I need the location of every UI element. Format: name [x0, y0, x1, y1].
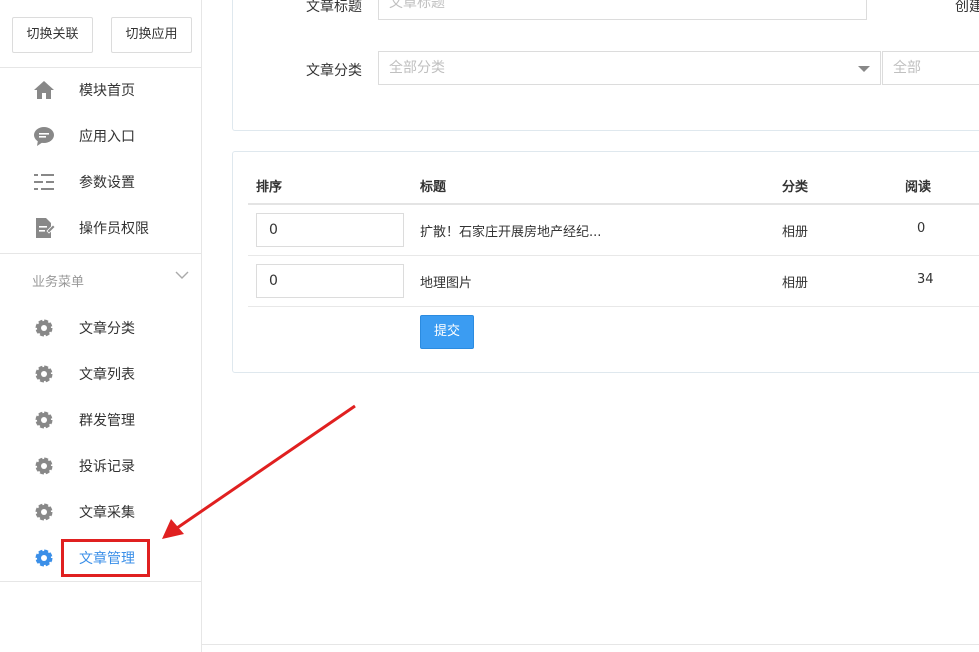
column-header-reads: 阅读: [905, 180, 932, 195]
home-icon: [34, 81, 54, 99]
sidebar-item-params[interactable]: 参数设置: [0, 159, 201, 205]
business-menu-title: 业务菜单: [32, 275, 85, 290]
row-title: 地理图片: [420, 276, 473, 291]
second-select[interactable]: 全部: [882, 51, 979, 85]
footer-divider: [202, 644, 979, 645]
row-divider: [248, 306, 979, 307]
switch-app-button[interactable]: 切换应用: [111, 17, 192, 53]
gear-icon: [35, 503, 53, 521]
gear-icon: [35, 549, 53, 567]
category-select[interactable]: 全部分类: [378, 51, 848, 85]
dropdown-caret-icon[interactable]: [847, 51, 881, 85]
sidebar-item-label: 操作员权限: [79, 221, 149, 237]
sidebar-item-module-home[interactable]: 模块首页: [0, 67, 201, 113]
divider: [0, 253, 201, 254]
created-filter-label: 创建: [955, 0, 979, 15]
sidebar-item-label: 文章分类: [79, 321, 135, 337]
column-header-sort: 排序: [256, 180, 283, 195]
gear-icon: [35, 411, 53, 429]
chevron-down-icon[interactable]: [175, 268, 189, 282]
divider: [0, 581, 201, 582]
row-divider: [248, 255, 979, 256]
sidebar-item-label: 投诉记录: [79, 459, 135, 475]
title-filter-input[interactable]: 文章标题: [378, 0, 867, 20]
sidebar-item-label: 群发管理: [79, 413, 135, 429]
row-category: 相册: [782, 225, 809, 240]
sort-input[interactable]: 0: [256, 264, 404, 298]
category-filter-label: 文章分类: [306, 63, 362, 79]
chat-bubble-icon: [34, 127, 54, 146]
switch-relation-button[interactable]: 切换关联: [12, 17, 93, 53]
sidebar-item-app-entry[interactable]: 应用入口: [0, 113, 201, 159]
row-title: 扩散！石家庄开展房地产经纪...: [420, 225, 602, 240]
sidebar-item-mass-send[interactable]: 群发管理: [0, 397, 201, 443]
document-edit-icon: [36, 218, 55, 238]
sidebar-item-label: 模块首页: [79, 83, 135, 99]
table-panel: [232, 151, 979, 373]
highlight-annotation-box: [61, 539, 150, 577]
list-settings-icon: [34, 174, 54, 190]
sidebar-item-article-category[interactable]: 文章分类: [0, 305, 201, 351]
row-category: 相册: [782, 276, 809, 291]
sidebar-item-complaints[interactable]: 投诉记录: [0, 443, 201, 489]
sidebar-item-label: 参数设置: [79, 175, 135, 191]
row-reads: 34: [917, 272, 934, 287]
sidebar-item-operator-permissions[interactable]: 操作员权限: [0, 205, 201, 251]
gear-icon: [35, 319, 53, 337]
sidebar-item-label: 应用入口: [79, 129, 135, 145]
row-reads: 0: [917, 221, 926, 236]
sidebar-item-article-list[interactable]: 文章列表: [0, 351, 201, 397]
header-divider: [248, 203, 979, 205]
gear-icon: [35, 457, 53, 475]
sidebar-item-label: 文章采集: [79, 505, 135, 521]
column-header-title: 标题: [420, 180, 447, 195]
title-filter-label: 文章标题: [306, 0, 362, 15]
sidebar-item-label: 文章列表: [79, 367, 135, 383]
sort-input[interactable]: 0: [256, 213, 404, 247]
sidebar-item-article-collect[interactable]: 文章采集: [0, 489, 201, 535]
submit-button[interactable]: 提交: [420, 315, 474, 349]
column-header-category: 分类: [782, 180, 809, 195]
gear-icon: [35, 365, 53, 383]
